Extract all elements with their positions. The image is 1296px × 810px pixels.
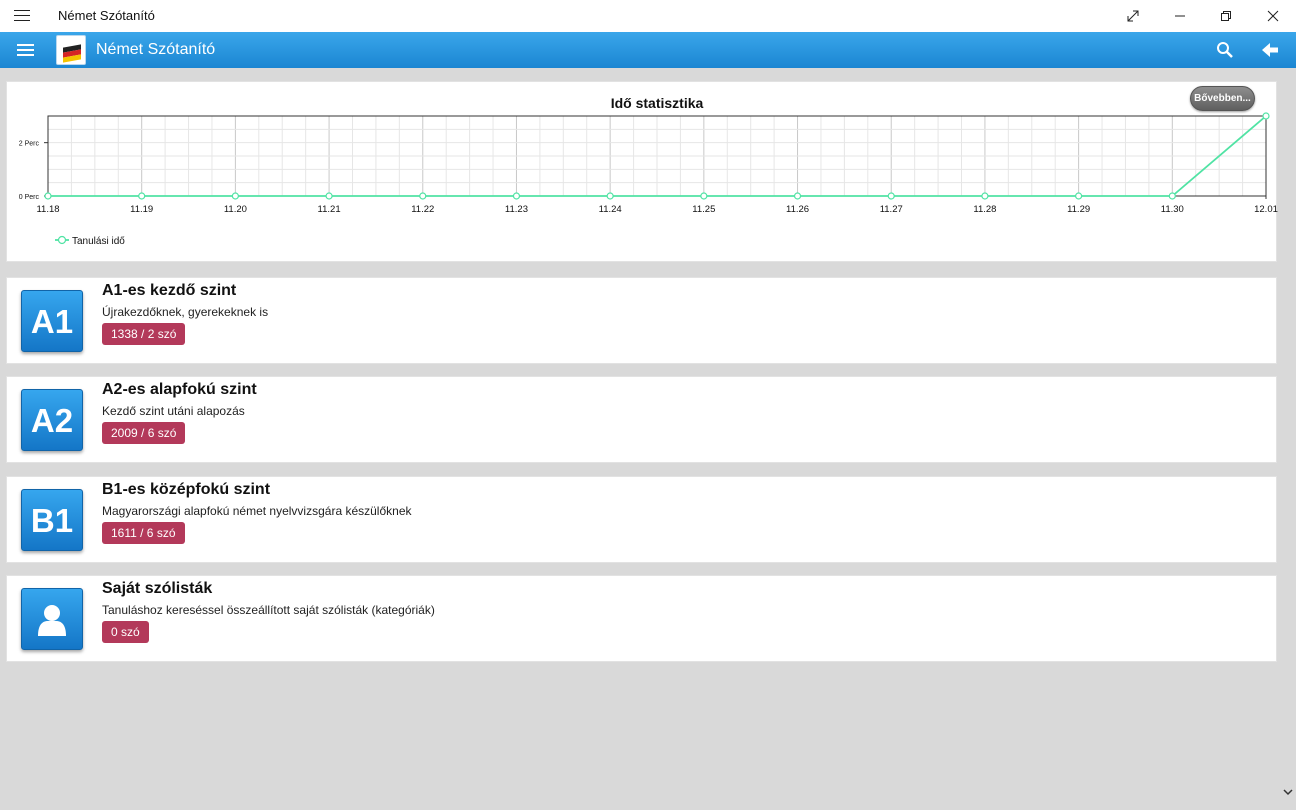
- legend-label: Tanulási idő: [72, 236, 125, 247]
- tile-a2: A2: [21, 389, 83, 451]
- search-icon[interactable]: [1215, 40, 1235, 60]
- word-count-badge: 1338 / 2 szó: [102, 323, 186, 345]
- x-tick-label: 11.28: [973, 204, 996, 215]
- x-tick-label: 11.30: [1161, 204, 1184, 215]
- level-card-a1[interactable]: A1 A1-es kezdő szint Újrakezdőknek, gyer…: [6, 277, 1277, 364]
- data-point: [138, 192, 146, 200]
- window-title: Német Szótanító: [58, 8, 155, 23]
- level-card-a2[interactable]: A2 A2-es alapfokú szint Kezdő szint után…: [6, 376, 1277, 463]
- x-tick-label: 11.20: [224, 204, 247, 215]
- x-tick-label: 11.27: [880, 204, 903, 215]
- card-subtitle: Tanuláshoz kereséssel összeállított sajá…: [102, 603, 435, 617]
- level-card-b1[interactable]: B1 B1-es középfokú szint Magyarországi a…: [6, 476, 1277, 563]
- window-menu-icon[interactable]: [14, 10, 30, 22]
- tile-b1: B1: [21, 489, 83, 551]
- x-tick-label: 11.19: [130, 204, 153, 215]
- data-point: [419, 192, 427, 200]
- y-tick-label: 0 Perc: [19, 194, 40, 201]
- restore-icon[interactable]: [1203, 0, 1249, 32]
- tile-a1: A1: [21, 290, 83, 352]
- data-point: [1075, 192, 1083, 200]
- data-point: [981, 192, 989, 200]
- card-title: B1-es középfokú szint: [102, 481, 271, 498]
- x-tick-label: 11.21: [318, 204, 341, 215]
- window-titlebar: Német Szótanító: [0, 0, 1296, 32]
- x-tick-label: 11.25: [692, 204, 715, 215]
- data-point: [231, 192, 239, 200]
- data-point: [325, 192, 333, 200]
- data-point: [44, 192, 52, 200]
- data-point: [1262, 112, 1270, 120]
- card-subtitle: Újrakezdőknek, gyerekeknek is: [102, 305, 269, 319]
- data-point: [512, 192, 521, 200]
- word-count-badge: 1611 / 6 szó: [102, 522, 185, 544]
- scroll-down-icon[interactable]: [1282, 786, 1294, 798]
- user-icon: [21, 588, 83, 650]
- x-tick-label: 11.24: [599, 204, 622, 215]
- x-tick-label: 11.18: [36, 204, 59, 215]
- time-stats-card: Bővebben... Idő statisztika 11.18 11.19 11…: [6, 81, 1278, 262]
- app-title: Német Szótanító: [96, 41, 216, 58]
- chart-title: Idő statisztika: [611, 95, 704, 111]
- x-tick-label: 11.22: [411, 204, 434, 215]
- x-tick-label: 11.29: [1067, 204, 1090, 215]
- data-point: [793, 192, 802, 200]
- close-icon[interactable]: [1250, 0, 1296, 32]
- card-title: A1-es kezdő szint: [102, 282, 237, 299]
- minimize-icon[interactable]: [1157, 0, 1203, 32]
- word-count-badge: 0 szó: [102, 621, 149, 643]
- time-stats-chart: Idő statisztika 11.18 11.19 11.20 11.21 11.2…: [19, 95, 1278, 247]
- data-point: [700, 192, 708, 200]
- menu-icon[interactable]: [17, 44, 34, 57]
- x-tick-label: 11.26: [786, 204, 809, 215]
- legend-marker: [57, 235, 67, 245]
- word-count-badge: 2009 / 6 szó: [102, 422, 186, 444]
- x-tick-label: 12.01: [1254, 204, 1278, 215]
- x-tick-label: 11.23: [505, 204, 528, 215]
- card-title: A2-es alapfokú szint: [102, 381, 257, 398]
- app-logo: [56, 35, 86, 65]
- card-title: Saját szólisták: [102, 580, 213, 597]
- card-subtitle: Magyarországi alapfokú német nyelvvizsgá…: [102, 504, 412, 518]
- custom-lists-card[interactable]: Saját szólisták Tanuláshoz kereséssel ös…: [6, 575, 1277, 662]
- card-subtitle: Kezdő szint utáni alapozás: [102, 404, 245, 418]
- data-point: [1168, 192, 1176, 200]
- data-point: [887, 192, 895, 200]
- y-tick-label: 2 Perc: [19, 141, 40, 148]
- back-arrow-icon[interactable]: [1260, 40, 1280, 60]
- fullscreen-icon[interactable]: [1110, 0, 1156, 32]
- app-bar: Német Szótanító: [0, 32, 1296, 68]
- data-point: [606, 192, 614, 200]
